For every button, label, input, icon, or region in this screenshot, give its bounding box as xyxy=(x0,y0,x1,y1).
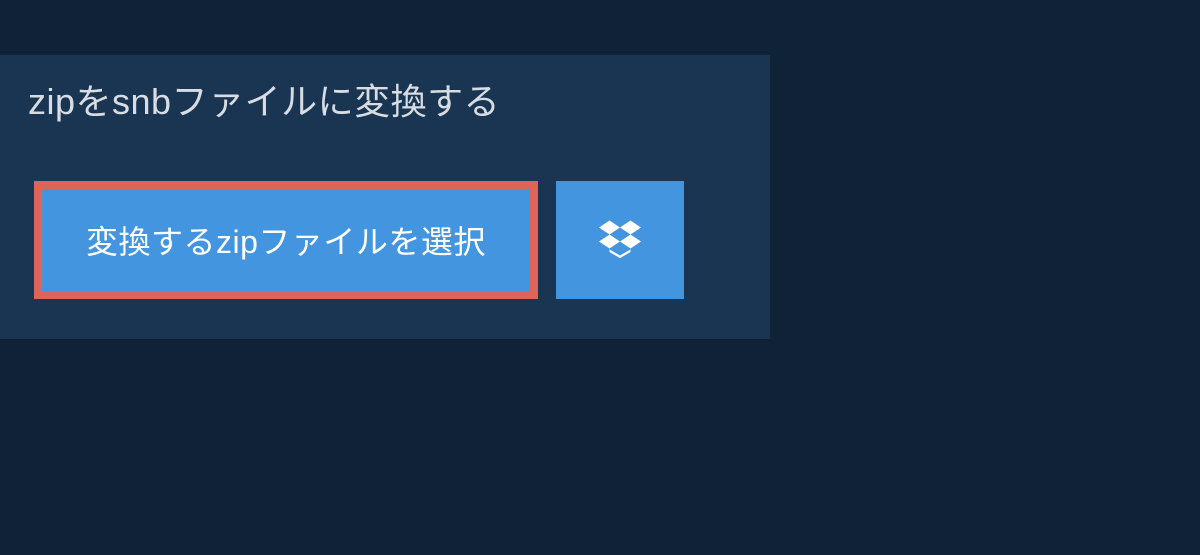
dropbox-icon xyxy=(599,217,641,264)
heading-container: zipをsnbファイルに変換する xyxy=(0,55,528,147)
select-file-button[interactable]: 変換するzipファイルを選択 xyxy=(34,181,538,299)
page-title: zipをsnbファイルに変換する xyxy=(28,73,500,125)
converter-panel: zipをsnbファイルに変換する 変換するzipファイルを選択 xyxy=(0,55,770,339)
select-file-label: 変換するzipファイルを選択 xyxy=(86,217,486,263)
dropbox-button[interactable] xyxy=(556,181,684,299)
action-row: 変換するzipファイルを選択 xyxy=(0,147,770,339)
